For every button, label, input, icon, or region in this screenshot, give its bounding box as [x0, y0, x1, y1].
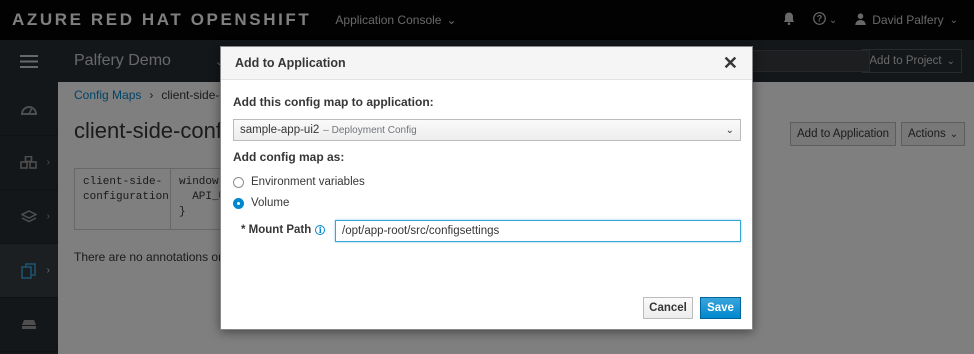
radio-button-unchecked[interactable] [233, 176, 244, 188]
chevron-down-icon: ⌄ [725, 124, 734, 136]
radio-environment-variables[interactable]: Environment variables [233, 176, 365, 188]
radio-label: Volume [251, 197, 290, 209]
radio-label: Environment variables [251, 176, 365, 188]
mount-path-input[interactable] [335, 220, 741, 242]
info-icon[interactable]: i [315, 225, 326, 235]
modal-header: Add to Application ✕ [221, 47, 752, 80]
save-button[interactable]: Save [700, 297, 741, 319]
radio-button-checked[interactable] [233, 197, 244, 209]
application-select[interactable]: sample-app-ui2 – Deployment Config ⌄ [233, 119, 741, 141]
selected-application: sample-app-ui2 [240, 124, 320, 136]
radio-volume[interactable]: Volume [233, 197, 289, 209]
close-icon[interactable]: ✕ [723, 54, 738, 72]
add-to-application-label: Add this config map to application: [233, 95, 434, 109]
add-as-label: Add config map as: [233, 150, 345, 164]
mount-path-label: * Mount Path i [241, 224, 326, 236]
mount-path-label-text: * Mount Path [241, 224, 312, 236]
add-to-application-modal: Add to Application ✕ Add this config map… [220, 46, 753, 330]
cancel-button[interactable]: Cancel [643, 297, 693, 319]
selected-application-kind: – Deployment Config [323, 124, 417, 136]
modal-title: Add to Application [235, 56, 346, 70]
